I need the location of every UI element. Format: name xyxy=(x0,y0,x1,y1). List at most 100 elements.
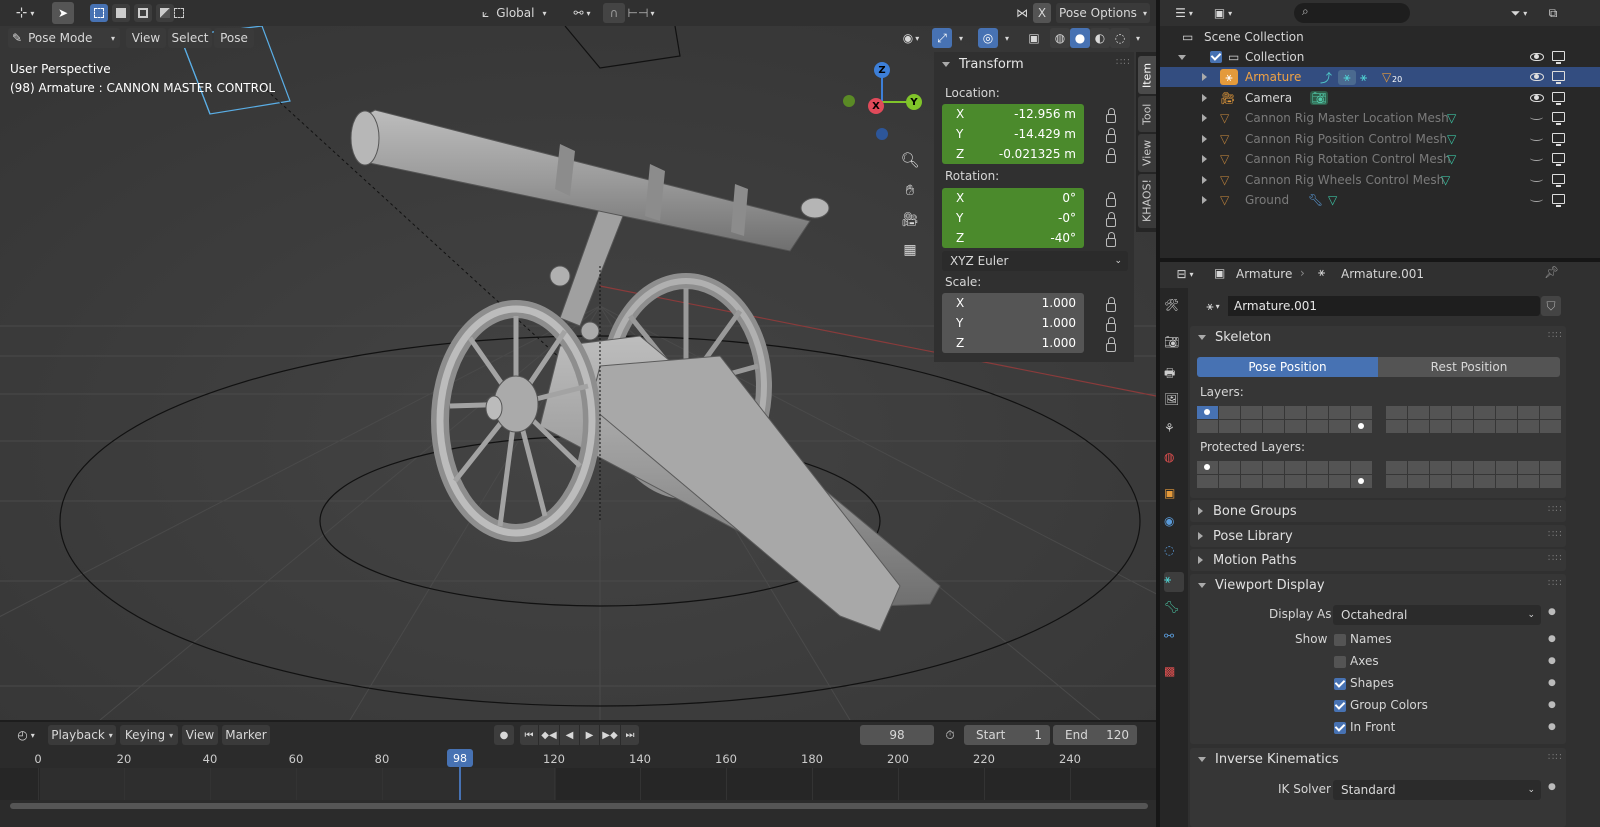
skeleton-panel-header[interactable]: Skeleton ∷∷ xyxy=(1190,326,1566,348)
location-x-lock-icon[interactable] xyxy=(1106,108,1116,123)
scale-x-lock-icon[interactable] xyxy=(1106,297,1116,312)
filter-dropdown[interactable]: ⏷ ▾ xyxy=(1502,3,1536,23)
timeline-view-menu[interactable]: View xyxy=(182,725,218,745)
box-select-new-icon[interactable] xyxy=(90,4,108,22)
transform-orientation-dropdown[interactable]: ⟀ Global ▾ xyxy=(478,3,562,23)
box-select-subtract-icon[interactable] xyxy=(134,4,152,22)
shading-dropdown[interactable]: ▾ xyxy=(1131,28,1145,48)
bone-groups-panel-header[interactable]: Bone Groups ∷∷ xyxy=(1190,500,1566,522)
outliner-row-position-control-mesh[interactable]: ▽ Cannon Rig Position Control Mesh ▽ xyxy=(1160,129,1600,149)
ik-solver-dropdown[interactable]: Standard ⌄ xyxy=(1333,780,1541,800)
rotation-x-field[interactable]: X 0° xyxy=(942,188,1084,208)
location-z-field[interactable]: Z -0.021325 m xyxy=(942,144,1084,164)
datablock-browse[interactable]: ⚹ ▾ xyxy=(1198,296,1228,316)
end-frame-field[interactable]: End 120 xyxy=(1053,725,1137,745)
drag-handle-icon[interactable]: ∷∷ xyxy=(1548,330,1563,341)
location-z-lock-icon[interactable] xyxy=(1106,148,1116,163)
outliner-row-collection[interactable]: ▭ Collection xyxy=(1160,47,1600,67)
xray-toggle[interactable]: ▣ xyxy=(1024,28,1044,48)
drag-handle-icon[interactable]: ∷∷ xyxy=(1548,578,1563,589)
view-menu[interactable]: View xyxy=(126,28,166,48)
modifier-tab[interactable]: ◉ xyxy=(1164,514,1184,534)
outliner-search-input[interactable]: ⌕ xyxy=(1294,3,1410,23)
drag-handle-icon[interactable]: ∷∷ xyxy=(1548,553,1563,564)
properties-editor-type[interactable]: ⊟ ▾ xyxy=(1168,264,1202,284)
scene-tab[interactable]: ⚘ xyxy=(1164,421,1184,441)
camera-view-button[interactable]: 🎥︎ xyxy=(898,208,922,232)
display-mode-dropdown[interactable]: ▣ ▾ xyxy=(1206,3,1240,23)
play-button[interactable]: ▶ xyxy=(580,725,599,745)
drag-handle-icon[interactable]: ∷∷ xyxy=(1548,752,1563,763)
expand-arrow-icon[interactable] xyxy=(1202,196,1207,204)
keyframe-dot-icon[interactable]: ● xyxy=(1548,656,1556,666)
collection-checkbox[interactable] xyxy=(1210,51,1222,63)
shading-wireframe[interactable]: ◍ xyxy=(1050,28,1070,48)
shapes-checkbox[interactable] xyxy=(1334,678,1346,690)
outliner-editor-type[interactable]: ☰ ▾ xyxy=(1168,3,1200,23)
keyframe-dot-icon[interactable]: ● xyxy=(1548,782,1556,792)
pivot-point-dropdown[interactable]: ⚯ ▾ xyxy=(565,3,599,23)
timeline-editor-type[interactable]: ◴ ▾ xyxy=(8,725,44,745)
protected-layers-grid-left[interactable] xyxy=(1197,461,1372,488)
zoom-button[interactable]: 🔍︎ xyxy=(898,148,922,172)
overlays-toggle[interactable]: ◎ xyxy=(978,28,998,48)
playhead-handle[interactable]: 98 xyxy=(447,749,473,767)
expand-arrow-icon[interactable] xyxy=(1202,155,1207,163)
collection-eye-icon[interactable] xyxy=(1530,53,1544,61)
mirror-x-icon[interactable]: ⋈ xyxy=(1012,3,1032,23)
mirror-x-toggle[interactable]: X xyxy=(1033,3,1051,23)
motion-paths-panel-header[interactable]: Motion Paths ∷∷ xyxy=(1190,549,1566,571)
outliner-row-rotation-control-mesh[interactable]: ▽ Cannon Rig Rotation Control Mesh ▽ xyxy=(1160,149,1600,169)
keyframe-dot-icon[interactable]: ● xyxy=(1548,607,1556,617)
snap-options-dropdown[interactable]: ⊢⊣ ▾ xyxy=(626,3,656,23)
keyframe-dot-icon[interactable]: ● xyxy=(1548,634,1556,644)
overlays-dropdown[interactable]: ▾ xyxy=(999,28,1015,48)
camera-eye-icon[interactable] xyxy=(1530,94,1544,102)
outliner-row-master-location-mesh[interactable]: ▽ Cannon Rig Master Location Mesh ▽ xyxy=(1160,108,1600,128)
outliner-scene-collection[interactable]: ▭ Scene Collection xyxy=(1160,27,1600,47)
fake-user-toggle[interactable]: ⛉ xyxy=(1541,296,1561,316)
datablock-name-field[interactable]: Armature.001 xyxy=(1228,296,1540,316)
output-tab[interactable]: 🖶︎ xyxy=(1164,364,1184,384)
navigation-gizmo[interactable]: Z Y X xyxy=(840,60,930,150)
bone-tab[interactable]: 🦴︎ xyxy=(1164,600,1184,620)
render-icon[interactable] xyxy=(1552,174,1565,187)
pose-options-dropdown[interactable]: Pose Options ▾ xyxy=(1056,3,1150,23)
visibility-dropdown[interactable]: ◉ ▾ xyxy=(896,28,926,48)
drag-handle-icon[interactable]: ∷∷ xyxy=(1548,504,1563,515)
box-select-intersect-icon[interactable] xyxy=(172,4,186,22)
pin-icon[interactable]: 📌︎ xyxy=(1544,265,1559,279)
texture-tab[interactable]: ▩ xyxy=(1164,664,1184,684)
location-y-lock-icon[interactable] xyxy=(1106,128,1116,143)
keyframe-dot-icon[interactable]: ● xyxy=(1548,700,1556,710)
bone-constraint-tab[interactable]: ⚯ xyxy=(1164,629,1184,649)
snap-toggle[interactable]: ∩ xyxy=(603,3,625,23)
mode-dropdown[interactable]: ✎ Pose Mode ▾ xyxy=(8,28,120,48)
view-layer-tab[interactable]: 🖼︎ xyxy=(1164,392,1184,412)
record-button[interactable]: ● xyxy=(494,725,514,745)
rotation-z-lock-icon[interactable] xyxy=(1106,232,1116,247)
pan-button[interactable]: ✋︎ xyxy=(898,178,922,202)
hidden-eye-icon[interactable] xyxy=(1530,135,1543,141)
expand-arrow-icon[interactable] xyxy=(1202,176,1207,184)
bone-layers-grid-right[interactable] xyxy=(1386,406,1561,433)
jump-start-button[interactable]: ⏮ xyxy=(520,725,538,745)
viewport-display-panel-header[interactable]: Viewport Display ∷∷ xyxy=(1190,574,1566,596)
keyframe-dot-icon[interactable]: ● xyxy=(1548,722,1556,732)
keying-menu[interactable]: Keying ▾ xyxy=(120,725,178,745)
start-frame-field[interactable]: Start 1 xyxy=(964,725,1050,745)
new-collection-button[interactable]: ⧉ xyxy=(1542,3,1564,23)
protected-layers-grid-right[interactable] xyxy=(1386,461,1561,488)
hidden-eye-icon[interactable] xyxy=(1530,176,1543,182)
location-x-field[interactable]: X -12.956 m xyxy=(942,104,1084,124)
gizmo-y-axis[interactable]: Y xyxy=(906,94,922,110)
names-checkbox[interactable] xyxy=(1334,634,1346,646)
expand-arrow-icon[interactable] xyxy=(1202,135,1207,143)
shading-solid[interactable]: ● xyxy=(1070,28,1090,48)
in-front-checkbox[interactable] xyxy=(1334,722,1346,734)
drag-handle-icon[interactable]: ∷∷ xyxy=(1548,529,1563,540)
render-icon[interactable] xyxy=(1552,194,1565,207)
outliner-row-wheels-control-mesh[interactable]: ▽ Cannon Rig Wheels Control Mesh ▽ xyxy=(1160,170,1600,190)
rotation-x-lock-icon[interactable] xyxy=(1106,192,1116,207)
armature-eye-icon[interactable] xyxy=(1530,73,1544,81)
